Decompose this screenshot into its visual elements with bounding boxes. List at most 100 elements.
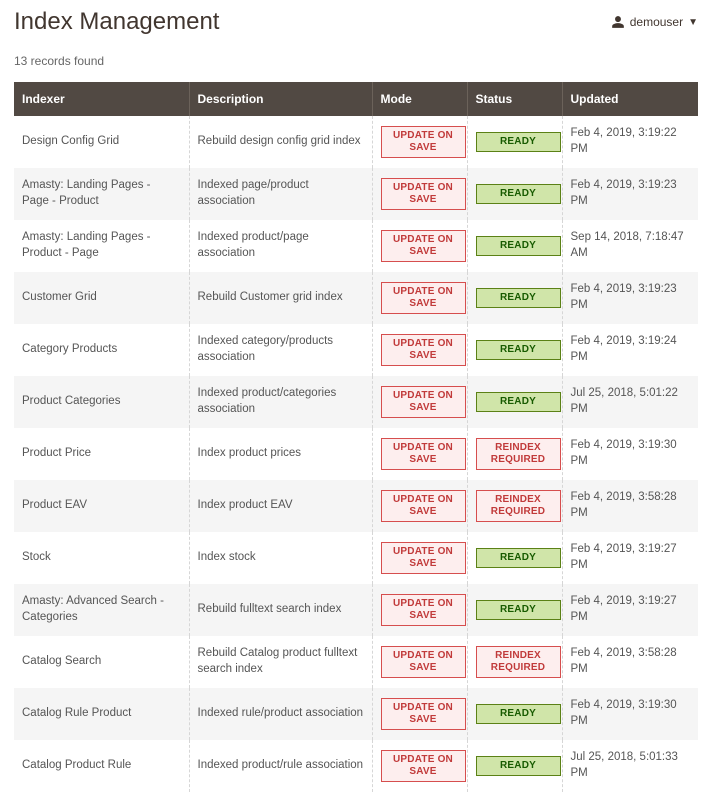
cell-mode: UPDATE ON SAVE	[372, 116, 467, 168]
table-row[interactable]: Product CategoriesIndexed product/catego…	[14, 376, 698, 428]
status-badge: READY	[476, 340, 561, 360]
cell-indexer: Amasty: Landing Pages - Page - Product	[14, 168, 189, 220]
index-table: Indexer Description Mode Status Updated …	[14, 82, 698, 792]
status-badge: READY	[476, 756, 561, 776]
col-header-status[interactable]: Status	[467, 82, 562, 116]
cell-indexer: Design Config Grid	[14, 116, 189, 168]
col-header-updated[interactable]: Updated	[562, 82, 698, 116]
user-menu[interactable]: demouser ▼	[611, 15, 698, 29]
cell-status: READY	[467, 376, 562, 428]
cell-mode: UPDATE ON SAVE	[372, 220, 467, 272]
table-row[interactable]: StockIndex stockUPDATE ON SAVEREADYFeb 4…	[14, 532, 698, 584]
cell-mode: UPDATE ON SAVE	[372, 532, 467, 584]
mode-badge: UPDATE ON SAVE	[381, 230, 466, 262]
cell-indexer: Amasty: Advanced Search - Categories	[14, 584, 189, 636]
cell-mode: UPDATE ON SAVE	[372, 376, 467, 428]
cell-updated: Feb 4, 2019, 3:19:22 PM	[562, 116, 698, 168]
status-badge: READY	[476, 288, 561, 308]
status-badge: READY	[476, 548, 561, 568]
mode-badge: UPDATE ON SAVE	[381, 542, 466, 574]
cell-mode: UPDATE ON SAVE	[372, 428, 467, 480]
cell-updated: Feb 4, 2019, 3:19:30 PM	[562, 428, 698, 480]
table-row[interactable]: Catalog SearchRebuild Catalog product fu…	[14, 636, 698, 688]
cell-status: READY	[467, 116, 562, 168]
table-row[interactable]: Catalog Rule ProductIndexed rule/product…	[14, 688, 698, 740]
cell-mode: UPDATE ON SAVE	[372, 272, 467, 324]
cell-status: READY	[467, 584, 562, 636]
table-row[interactable]: Amasty: Advanced Search - CategoriesRebu…	[14, 584, 698, 636]
mode-badge: UPDATE ON SAVE	[381, 438, 466, 470]
status-badge: READY	[476, 392, 561, 412]
cell-updated: Jul 25, 2018, 5:01:33 PM	[562, 740, 698, 792]
cell-mode: UPDATE ON SAVE	[372, 168, 467, 220]
table-row[interactable]: Amasty: Landing Pages - Page - ProductIn…	[14, 168, 698, 220]
user-name: demouser	[630, 15, 683, 29]
status-badge: REINDEX REQUIRED	[476, 490, 561, 522]
table-header-row: Indexer Description Mode Status Updated	[14, 82, 698, 116]
cell-status: READY	[467, 220, 562, 272]
cell-updated: Feb 4, 2019, 3:19:23 PM	[562, 168, 698, 220]
cell-status: REINDEX REQUIRED	[467, 428, 562, 480]
table-row[interactable]: Amasty: Landing Pages - Product - PageIn…	[14, 220, 698, 272]
cell-status: READY	[467, 324, 562, 376]
mode-badge: UPDATE ON SAVE	[381, 646, 466, 678]
cell-updated: Feb 4, 2019, 3:58:28 PM	[562, 636, 698, 688]
cell-updated: Feb 4, 2019, 3:19:24 PM	[562, 324, 698, 376]
mode-badge: UPDATE ON SAVE	[381, 698, 466, 730]
cell-updated: Feb 4, 2019, 3:19:30 PM	[562, 688, 698, 740]
mode-badge: UPDATE ON SAVE	[381, 750, 466, 782]
cell-indexer: Customer Grid	[14, 272, 189, 324]
user-icon	[611, 15, 625, 29]
cell-status: READY	[467, 532, 562, 584]
status-badge: READY	[476, 600, 561, 620]
status-badge: READY	[476, 184, 561, 204]
status-badge: READY	[476, 132, 561, 152]
col-header-mode[interactable]: Mode	[372, 82, 467, 116]
col-header-indexer[interactable]: Indexer	[14, 82, 189, 116]
records-found: 13 records found	[14, 54, 698, 68]
caret-down-icon: ▼	[688, 17, 698, 28]
cell-status: READY	[467, 272, 562, 324]
cell-indexer: Catalog Rule Product	[14, 688, 189, 740]
cell-mode: UPDATE ON SAVE	[372, 324, 467, 376]
mode-badge: UPDATE ON SAVE	[381, 178, 466, 210]
cell-indexer: Category Products	[14, 324, 189, 376]
table-row[interactable]: Product EAVIndex product EAV UPDATE ON SA…	[14, 480, 698, 532]
cell-indexer: Product Categories	[14, 376, 189, 428]
cell-status: READY	[467, 168, 562, 220]
mode-badge: UPDATE ON SAVE	[381, 490, 466, 522]
mode-badge: UPDATE ON SAVE	[381, 282, 466, 314]
header-bar: Index Management demouser ▼	[14, 8, 698, 36]
table-row[interactable]: Catalog Product RuleIndexed product/rule…	[14, 740, 698, 792]
cell-status: READY	[467, 740, 562, 792]
table-row[interactable]: Product PriceIndex product prices UPDATE …	[14, 428, 698, 480]
page-title: Index Management	[14, 8, 219, 36]
status-badge: READY	[476, 236, 561, 256]
cell-description: Rebuild design config grid index	[189, 116, 372, 168]
cell-description: Indexed rule/product association	[189, 688, 372, 740]
cell-mode: UPDATE ON SAVE	[372, 480, 467, 532]
table-row[interactable]: Design Config GridRebuild design config …	[14, 116, 698, 168]
mode-badge: UPDATE ON SAVE	[381, 126, 466, 158]
cell-description: Rebuild Customer grid index	[189, 272, 372, 324]
cell-description: Index product EAV	[189, 480, 372, 532]
cell-mode: UPDATE ON SAVE	[372, 740, 467, 792]
cell-description: Index product prices	[189, 428, 372, 480]
cell-indexer: Product EAV	[14, 480, 189, 532]
col-header-description[interactable]: Description	[189, 82, 372, 116]
mode-badge: UPDATE ON SAVE	[381, 334, 466, 366]
cell-mode: UPDATE ON SAVE	[372, 584, 467, 636]
cell-description: Indexed product/page association	[189, 220, 372, 272]
status-badge: REINDEX REQUIRED	[476, 646, 561, 678]
cell-indexer: Stock	[14, 532, 189, 584]
cell-mode: UPDATE ON SAVE	[372, 688, 467, 740]
mode-badge: UPDATE ON SAVE	[381, 386, 466, 418]
cell-indexer: Catalog Search	[14, 636, 189, 688]
cell-status: READY	[467, 688, 562, 740]
status-badge: READY	[476, 704, 561, 724]
mode-badge: UPDATE ON SAVE	[381, 594, 466, 626]
cell-description: Indexed page/product association	[189, 168, 372, 220]
table-row[interactable]: Category ProductsIndexed category/produc…	[14, 324, 698, 376]
cell-indexer: Product Price	[14, 428, 189, 480]
table-row[interactable]: Customer GridRebuild Customer grid index…	[14, 272, 698, 324]
